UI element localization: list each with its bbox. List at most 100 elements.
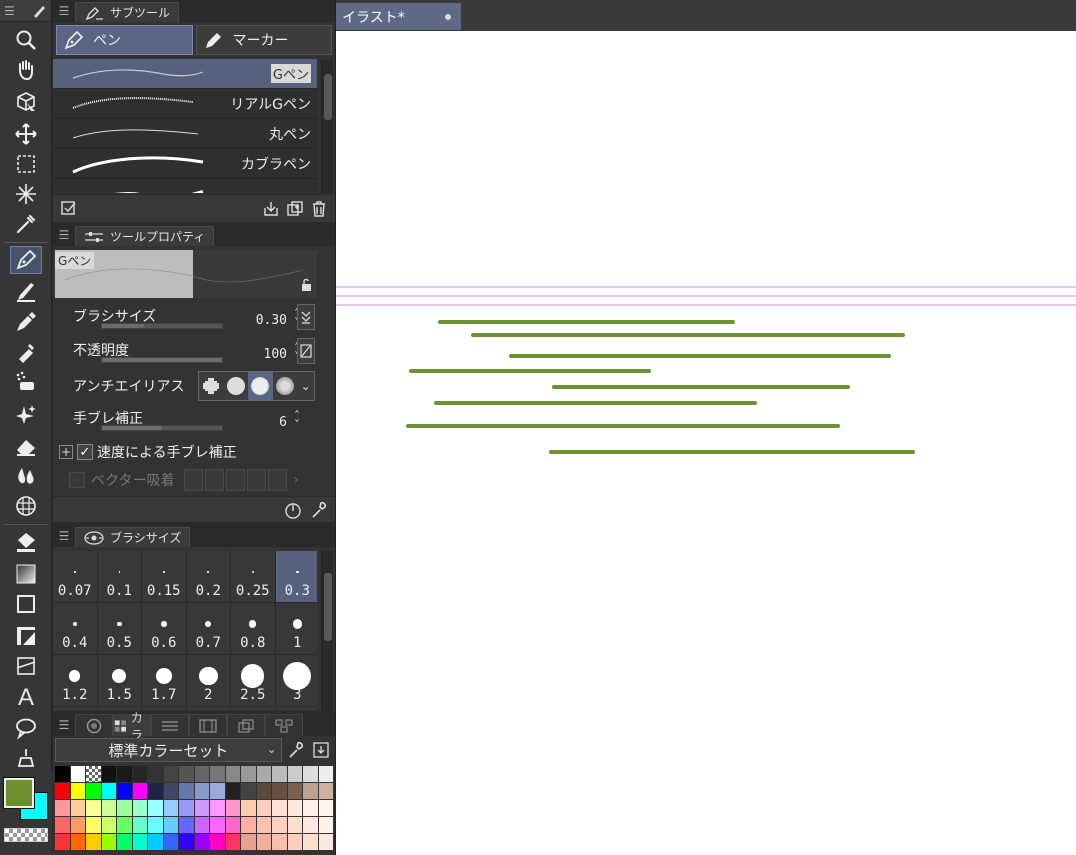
tab-color-history[interactable]	[265, 714, 303, 736]
antialias-none-option[interactable]	[199, 372, 224, 400]
figure-tool-icon[interactable]	[10, 590, 42, 618]
color-swatch[interactable]	[117, 766, 132, 782]
blend-tool-icon[interactable]	[10, 462, 42, 490]
color-swatch[interactable]	[70, 834, 85, 850]
color-swatch[interactable]	[210, 766, 225, 782]
antialias-strong-option[interactable]	[273, 372, 298, 400]
color-swatch[interactable]	[194, 817, 209, 833]
color-swatch[interactable]	[272, 800, 287, 816]
opacity-slider[interactable]	[101, 357, 223, 363]
brush-size-cell[interactable]: 0.25	[231, 551, 275, 602]
color-swatch[interactable]	[101, 817, 116, 833]
tab-intermediate-color[interactable]	[189, 714, 227, 736]
subtool-group-pen[interactable]: ペン	[56, 25, 193, 55]
color-swatch[interactable]	[86, 834, 101, 850]
delete-subtool-icon[interactable]	[307, 198, 331, 220]
color-swatch[interactable]	[272, 834, 287, 850]
brush-size-cell[interactable]: 0.07	[53, 551, 97, 602]
antialias-expand-chevron-icon[interactable]: ⌄	[297, 372, 314, 400]
color-swatch[interactable]	[132, 817, 147, 833]
color-swatch[interactable]	[241, 834, 256, 850]
color-swatch[interactable]	[86, 783, 101, 799]
color-swatch[interactable]	[117, 783, 132, 799]
brush-item-round-pen[interactable]: 丸ペン	[53, 119, 317, 149]
color-swatch[interactable]	[241, 817, 256, 833]
color-swatch[interactable]	[210, 834, 225, 850]
brush-size-cell[interactable]: 1.5	[97, 655, 141, 706]
brush-size-cell[interactable]: 3	[275, 655, 317, 706]
stabilization-slider[interactable]	[101, 425, 223, 431]
color-set-dropdown[interactable]: 標準カラーセット ⌄	[55, 738, 282, 762]
brush-size-scrollbar[interactable]	[321, 551, 333, 711]
unsaved-dot-icon[interactable]	[445, 13, 451, 20]
tab-brush-size[interactable]: ブラシサイズ	[75, 527, 191, 547]
color-swatch[interactable]	[194, 834, 209, 850]
color-swatch[interactable]	[272, 783, 287, 799]
color-swatch[interactable]	[318, 766, 333, 782]
color-swatch[interactable]	[241, 783, 256, 799]
brush-item-kabura-pen[interactable]: カブラペン	[53, 149, 317, 179]
tab-tool-property[interactable]: ツールプロパティ	[75, 226, 215, 246]
color-swatch[interactable]	[148, 817, 163, 833]
color-swatch[interactable]	[303, 834, 318, 850]
color-swatch[interactable]	[55, 834, 70, 850]
vector-snap-option[interactable]	[184, 469, 204, 491]
decoration-tool-icon[interactable]	[10, 368, 42, 396]
balloon-tool-icon[interactable]	[10, 714, 42, 742]
color-swatch[interactable]	[194, 800, 209, 816]
color-swatch[interactable]	[287, 766, 302, 782]
sparkle-tool-icon[interactable]	[10, 400, 42, 428]
eyedropper-tool-icon[interactable]	[10, 210, 42, 238]
color-swatch[interactable]	[179, 817, 194, 833]
tab-color-slider[interactable]	[151, 714, 189, 736]
brush-size-cell[interactable]: 0.1	[97, 551, 141, 602]
color-swatch[interactable]	[256, 817, 271, 833]
panel-menu-icon[interactable]: ☰	[4, 4, 15, 18]
vector-snap-option[interactable]	[247, 469, 267, 491]
vector-snap-checkbox[interactable]	[69, 472, 85, 488]
stabilization-spinner[interactable]: ˄ ˅	[291, 410, 303, 431]
color-swatch[interactable]	[86, 800, 101, 816]
brush-item-partial[interactable]	[53, 179, 317, 193]
eraser-tool-icon[interactable]	[10, 432, 42, 460]
antialias-medium-option[interactable]	[248, 372, 273, 400]
move-tool-icon[interactable]	[10, 120, 42, 148]
color-swatch[interactable]	[272, 766, 287, 782]
color-swatch[interactable]	[55, 817, 70, 833]
panel-menu-icon[interactable]: ☰	[53, 224, 75, 246]
zoom-tool-icon[interactable]	[10, 26, 42, 54]
pencil-tool-icon[interactable]	[10, 278, 42, 306]
text-layer-tool-icon[interactable]	[10, 652, 42, 680]
color-swatch[interactable]	[55, 766, 70, 782]
airbrush-tool-icon[interactable]	[10, 338, 42, 366]
color-swatch[interactable]	[303, 766, 318, 782]
color-swatch[interactable]	[318, 834, 333, 850]
color-swatch[interactable]	[179, 834, 194, 850]
color-swatch[interactable]	[225, 766, 240, 782]
color-swatch[interactable]	[303, 817, 318, 833]
color-swatch[interactable]	[303, 800, 318, 816]
brush-size-cell[interactable]: 2.5	[231, 655, 275, 706]
stabilization-value[interactable]: 6	[279, 415, 287, 430]
correction-line-tool-icon[interactable]	[10, 744, 42, 772]
brush-size-cell[interactable]: 1.2	[53, 655, 97, 706]
main-color-swatch[interactable]	[3, 777, 35, 809]
color-swatch[interactable]	[55, 783, 70, 799]
opacity-value[interactable]: 100	[264, 347, 287, 362]
chevron-right-icon[interactable]: ›	[293, 472, 299, 488]
brush-size-cell[interactable]: 0.7	[186, 603, 230, 654]
panel-menu-icon[interactable]: ☰	[53, 525, 75, 547]
color-swatch[interactable]	[210, 800, 225, 816]
color-swatch[interactable]	[194, 766, 209, 782]
color-swatch[interactable]	[179, 800, 194, 816]
tab-color-wheel[interactable]	[75, 714, 113, 736]
pen-tool-icon[interactable]	[10, 246, 42, 274]
color-swatch[interactable]	[225, 800, 240, 816]
transparent-color-swatch[interactable]	[4, 828, 48, 842]
expand-plus-icon[interactable]: +	[59, 445, 73, 459]
color-swatch[interactable]	[148, 766, 163, 782]
vector-snap-option[interactable]	[268, 469, 288, 491]
import-color-icon[interactable]	[309, 739, 333, 761]
color-swatch[interactable]	[303, 783, 318, 799]
brush-size-cell[interactable]: 2	[186, 655, 230, 706]
